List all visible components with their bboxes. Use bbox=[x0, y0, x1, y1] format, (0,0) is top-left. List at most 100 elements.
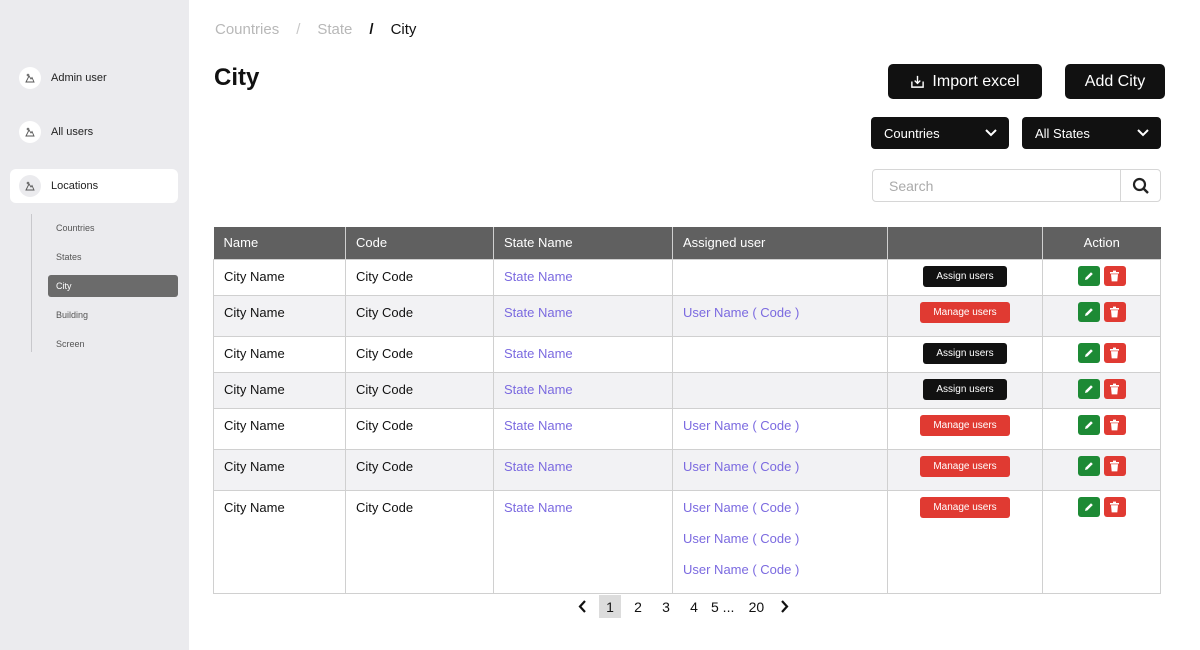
table-header-row: Name Code State Name Assigned user Actio… bbox=[213, 227, 1161, 259]
sidebar-subitem-city[interactable]: City bbox=[48, 275, 178, 297]
cell-code: City Code bbox=[345, 407, 494, 450]
cell-name: City Name bbox=[213, 489, 346, 594]
cell-assigned-user bbox=[672, 258, 888, 296]
cell-state-name[interactable]: State Name bbox=[493, 371, 673, 409]
search-button[interactable] bbox=[1120, 170, 1160, 201]
cell-state-name[interactable]: State Name bbox=[493, 407, 673, 450]
sidebar: Admin user All users Locations Countries… bbox=[0, 0, 189, 650]
manage-users-button[interactable]: Manage users bbox=[920, 455, 1010, 477]
cell-name: City Name bbox=[213, 335, 346, 373]
prev-page-button[interactable] bbox=[571, 595, 593, 618]
sidebar-subitem-building[interactable]: Building bbox=[48, 304, 178, 326]
cell-action bbox=[1042, 294, 1161, 337]
page-number[interactable]: 1 bbox=[599, 595, 621, 618]
assigned-user-link[interactable]: User Name ( Code ) bbox=[683, 459, 887, 490]
next-page-button[interactable] bbox=[773, 595, 795, 618]
pagination: 1234 5 ... 20 bbox=[568, 595, 798, 618]
countries-select-value: Countries bbox=[884, 125, 940, 141]
assign-users-button[interactable]: Assign users bbox=[923, 342, 1007, 364]
sidebar-item-admin-user[interactable]: Admin user bbox=[10, 61, 178, 95]
cell-assigned-user bbox=[672, 335, 888, 373]
cell-user-button: Manage users bbox=[887, 407, 1043, 450]
edit-button[interactable] bbox=[1077, 301, 1100, 322]
trash-icon bbox=[1110, 270, 1119, 281]
pencil-icon bbox=[1084, 502, 1093, 511]
assign-users-button[interactable]: Assign users bbox=[923, 378, 1007, 400]
breadcrumb-city: City bbox=[390, 21, 417, 38]
edit-button[interactable] bbox=[1077, 496, 1100, 517]
search-box bbox=[872, 169, 1161, 202]
assigned-user-link[interactable]: User Name ( Code ) bbox=[683, 418, 887, 449]
cell-assigned-user: User Name ( Code ) bbox=[672, 294, 888, 337]
pencil-icon bbox=[1084, 307, 1093, 316]
assigned-user-link[interactable]: User Name ( Code ) bbox=[683, 562, 887, 593]
sidebar-item-locations[interactable]: Locations bbox=[10, 169, 178, 203]
edit-button[interactable] bbox=[1077, 378, 1100, 399]
cell-assigned-user bbox=[672, 371, 888, 409]
cell-state-name[interactable]: State Name bbox=[493, 489, 673, 594]
cell-user-button: Manage users bbox=[887, 448, 1043, 491]
import-excel-button[interactable]: Import excel bbox=[888, 64, 1042, 99]
cell-state-name[interactable]: State Name bbox=[493, 335, 673, 373]
table-row: City Name City Code State Name User Name ( … bbox=[213, 407, 1161, 450]
cell-code: City Code bbox=[345, 371, 494, 409]
delete-button[interactable] bbox=[1103, 301, 1126, 322]
sidebar-item-all-users[interactable]: All users bbox=[10, 115, 178, 149]
delete-button[interactable] bbox=[1103, 414, 1126, 435]
assign-users-button[interactable]: Assign users bbox=[923, 265, 1007, 287]
page-number[interactable]: 3 bbox=[655, 595, 677, 618]
sidebar-subitem-countries[interactable]: Countries bbox=[48, 217, 178, 239]
manage-users-button[interactable]: Manage users bbox=[920, 301, 1010, 323]
delete-button[interactable] bbox=[1103, 455, 1126, 476]
edit-button[interactable] bbox=[1077, 414, 1100, 435]
page-number[interactable]: 20 bbox=[745, 595, 767, 618]
manage-users-button[interactable]: Manage users bbox=[920, 496, 1010, 518]
countries-select[interactable]: Countries bbox=[871, 117, 1009, 149]
cell-state-name[interactable]: State Name bbox=[493, 448, 673, 491]
edit-button[interactable] bbox=[1077, 265, 1100, 286]
cell-action bbox=[1042, 258, 1161, 296]
edit-button[interactable] bbox=[1077, 342, 1100, 363]
sidebar-subitem-states[interactable]: States bbox=[48, 246, 178, 268]
assigned-user-link[interactable]: User Name ( Code ) bbox=[683, 531, 887, 562]
table-row: City Name City Code State Name Assign users bbox=[213, 371, 1161, 409]
manage-users-button[interactable]: Manage users bbox=[920, 414, 1010, 436]
assigned-user-link[interactable]: User Name ( Code ) bbox=[683, 500, 887, 531]
cell-code: City Code bbox=[345, 335, 494, 373]
sidebar-item-label: Admin user bbox=[51, 72, 107, 84]
delete-button[interactable] bbox=[1103, 342, 1126, 363]
cell-user-button: Assign users bbox=[887, 258, 1043, 296]
sidebar-subitem-screen[interactable]: Screen bbox=[48, 333, 178, 355]
page-number[interactable]: 4 bbox=[683, 595, 705, 618]
delete-button[interactable] bbox=[1103, 265, 1126, 286]
cell-user-button: Manage users bbox=[887, 294, 1043, 337]
user-icon bbox=[19, 67, 41, 89]
breadcrumb-countries[interactable]: Countries bbox=[215, 21, 279, 38]
search-input[interactable] bbox=[873, 170, 1120, 201]
cell-code: City Code bbox=[345, 489, 494, 594]
assigned-user-link[interactable]: User Name ( Code ) bbox=[683, 305, 887, 336]
import-icon bbox=[911, 75, 925, 88]
pencil-icon bbox=[1084, 420, 1093, 429]
cell-state-name[interactable]: State Name bbox=[493, 258, 673, 296]
edit-button[interactable] bbox=[1077, 455, 1100, 476]
states-select[interactable]: All States bbox=[1022, 117, 1161, 149]
cell-state-name[interactable]: State Name bbox=[493, 294, 673, 337]
cell-user-button: Assign users bbox=[887, 371, 1043, 409]
sidebar-item-label: All users bbox=[51, 126, 94, 138]
page-list: 1234 5 ... 20 bbox=[596, 595, 770, 618]
page-number[interactable]: 5 ... bbox=[711, 595, 734, 618]
trash-icon bbox=[1110, 347, 1119, 358]
pencil-icon bbox=[1084, 348, 1093, 357]
table-row: City Name City Code State Name User Name ( … bbox=[213, 294, 1161, 337]
add-city-button[interactable]: Add City bbox=[1065, 64, 1165, 99]
breadcrumb-state[interactable]: State bbox=[317, 21, 352, 38]
delete-button[interactable] bbox=[1103, 378, 1126, 399]
delete-button[interactable] bbox=[1103, 496, 1126, 517]
chevron-down-icon bbox=[985, 129, 997, 137]
trash-icon bbox=[1110, 460, 1119, 471]
chevron-left-icon bbox=[578, 600, 586, 613]
search-icon bbox=[1132, 177, 1149, 194]
page-number[interactable]: 2 bbox=[627, 595, 649, 618]
cell-action bbox=[1042, 448, 1161, 491]
